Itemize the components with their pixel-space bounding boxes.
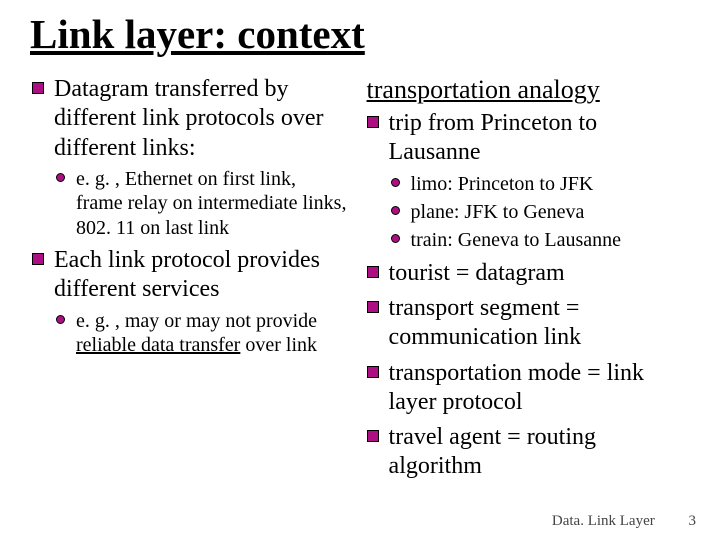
slide-title: Link layer: context — [30, 12, 694, 57]
left-b2-sub-underlined: reliable data transfer — [76, 334, 240, 356]
right-bullet-1-sublist: limo: Princeton to JFK plane: JFK to Gen… — [389, 172, 694, 253]
left-bullet-2-sub-1: e. g. , may or may not provide reliable … — [54, 309, 347, 358]
left-b2-sub-prefix: e. g. , may or may not provide — [76, 310, 317, 332]
left-bullet-1: Datagram transferred by different link p… — [30, 75, 347, 240]
right-bullet-2: tourist = datagram — [365, 259, 694, 288]
right-bullet-1-sub-3: train: Geneva to Lausanne — [389, 228, 694, 252]
right-column: transportation analogy trip from Princet… — [365, 75, 694, 488]
left-column: Datagram transferred by different link p… — [30, 75, 347, 488]
right-list: trip from Princeton to Lausanne limo: Pr… — [365, 109, 694, 482]
right-bullet-4: transportation mode = link layer protoco… — [365, 359, 694, 418]
slide: Link layer: context Datagram transferred… — [0, 0, 720, 540]
right-bullet-1: trip from Princeton to Lausanne limo: Pr… — [365, 109, 694, 253]
left-list: Datagram transferred by different link p… — [30, 75, 347, 357]
page-number: 3 — [689, 513, 697, 530]
columns: Datagram transferred by different link p… — [30, 75, 694, 488]
left-bullet-2-sublist: e. g. , may or may not provide reliable … — [54, 309, 347, 358]
left-bullet-1-text: Datagram transferred by different link p… — [54, 76, 323, 161]
right-bullet-1-sub-2: plane: JFK to Geneva — [389, 200, 694, 224]
left-b2-sub-suffix: over link — [240, 334, 317, 356]
right-bullet-3: transport segment = communication link — [365, 294, 694, 353]
footer-label: Data. Link Layer — [552, 513, 655, 529]
left-bullet-1-sublist: e. g. , Ethernet on first link, frame re… — [54, 167, 347, 240]
left-bullet-1-sub-1: e. g. , Ethernet on first link, frame re… — [54, 167, 347, 240]
right-bullet-1-text: trip from Princeton to Lausanne — [389, 110, 598, 165]
footer: Data. Link Layer 3 — [552, 513, 696, 530]
right-bullet-1-sub-1: limo: Princeton to JFK — [389, 172, 694, 196]
left-bullet-2-text: Each link protocol provides different se… — [54, 247, 320, 302]
right-heading: transportation analogy — [365, 75, 694, 105]
left-bullet-2: Each link protocol provides different se… — [30, 246, 347, 357]
right-bullet-5: travel agent = routing algorithm — [365, 423, 694, 482]
